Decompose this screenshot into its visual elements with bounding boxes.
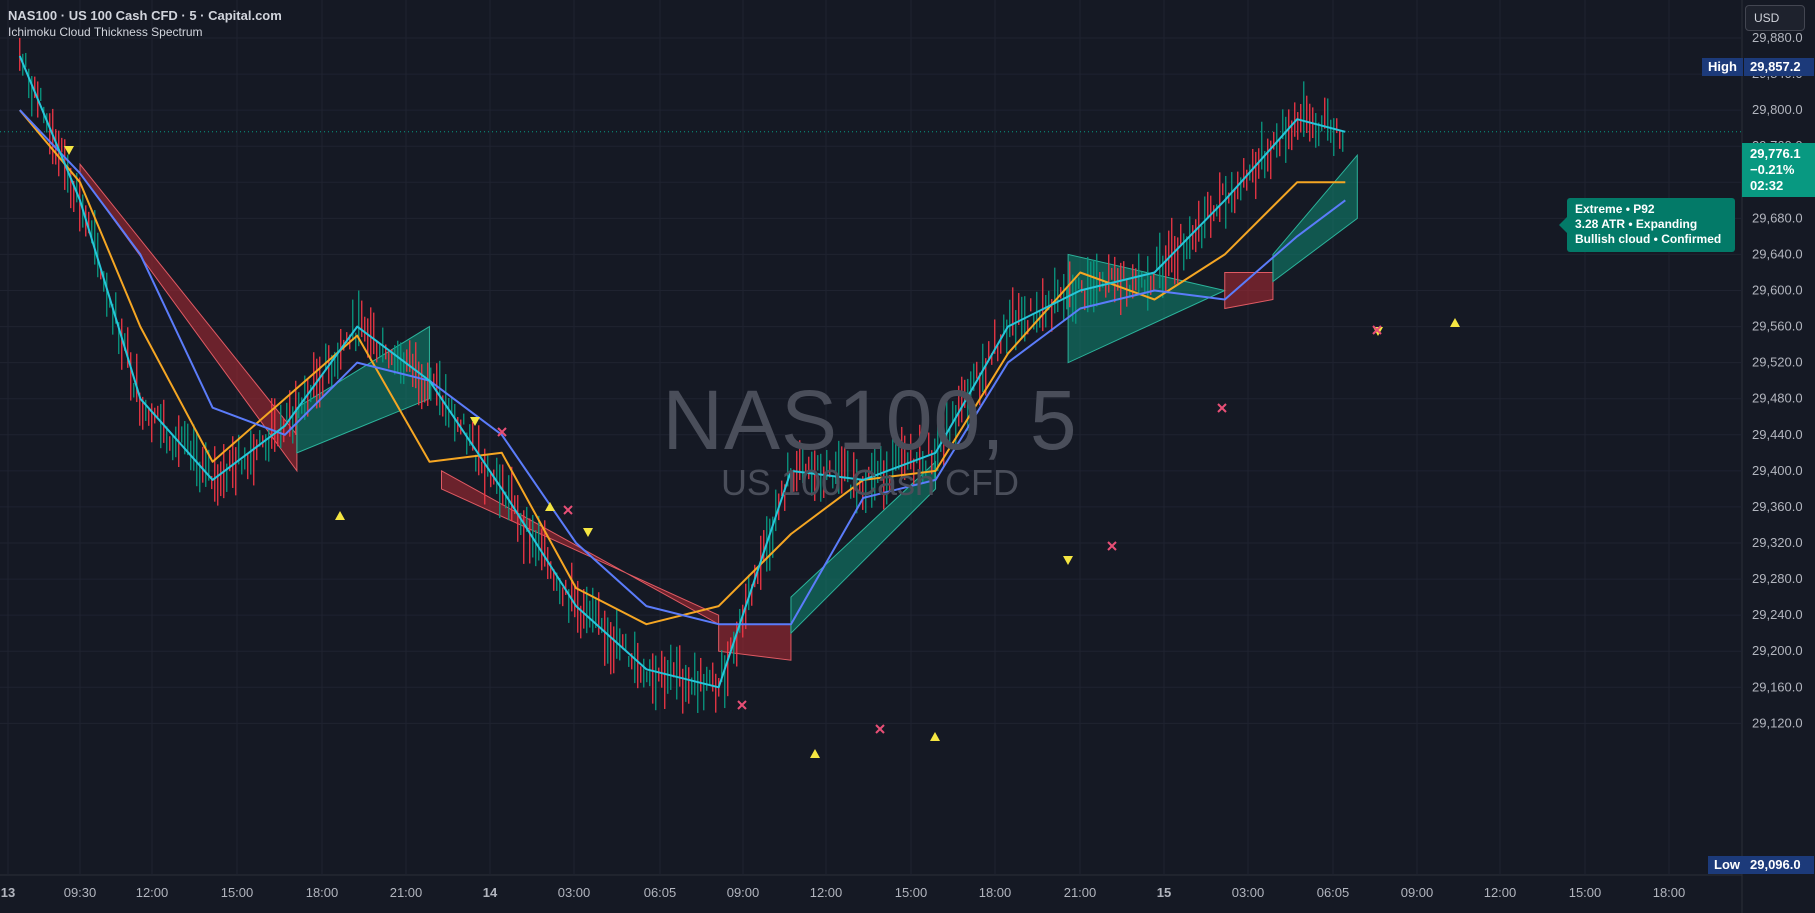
- indicator-name[interactable]: Ichimoku Cloud Thickness Spectrum: [8, 25, 203, 39]
- x-tick-label: 03:00: [1232, 885, 1265, 900]
- cloud-info-box: Extreme • P92 3.28 ATR • Expanding Bulli…: [1567, 198, 1735, 252]
- x-tick-label: 15:00: [895, 885, 928, 900]
- y-tick-label: 29,800.0: [1752, 102, 1803, 117]
- currency-button[interactable]: USD: [1745, 5, 1805, 31]
- x-tick-label: 09:30: [64, 885, 97, 900]
- x-tick-label: 18:00: [1653, 885, 1686, 900]
- y-tick-label: 29,640.0: [1752, 246, 1803, 261]
- x-tick-label: 21:00: [390, 885, 423, 900]
- y-tick-label: 29,120.0: [1752, 715, 1803, 730]
- y-tick-label: 29,480.0: [1752, 391, 1803, 406]
- info-line-3: Bullish cloud • Confirmed: [1575, 232, 1722, 246]
- x-tick-label: 18:00: [306, 885, 339, 900]
- x-tick-label: 13: [1, 885, 15, 900]
- low-label: Low: [1708, 856, 1746, 874]
- x-tick-label: 21:00: [1064, 885, 1097, 900]
- info-box-pointer: [1559, 217, 1567, 233]
- price-axis-background: [1742, 0, 1815, 913]
- y-tick-label: 29,200.0: [1752, 643, 1803, 658]
- x-tick-label: 12:00: [1484, 885, 1517, 900]
- y-tick-label: 29,360.0: [1752, 499, 1803, 514]
- y-tick-label: 29,880.0: [1752, 30, 1803, 45]
- y-tick-label: 29,680.0: [1752, 210, 1803, 225]
- low-value: 29,096.0: [1744, 856, 1814, 874]
- y-tick-label: 29,440.0: [1752, 427, 1803, 442]
- high-label: High: [1702, 58, 1743, 76]
- x-tick-label: 15:00: [1569, 885, 1602, 900]
- x-tick-label: 12:00: [136, 885, 169, 900]
- x-tick-label: 14: [483, 885, 498, 900]
- info-line-1: Extreme • P92: [1575, 202, 1655, 216]
- watermark-name: US 100 Cash CFD: [720, 462, 1020, 503]
- y-tick-label: 29,160.0: [1752, 679, 1803, 694]
- chart-symbol-title[interactable]: NAS100 · US 100 Cash CFD · 5 · Capital.c…: [8, 8, 282, 23]
- y-tick-label: 29,400.0: [1752, 463, 1803, 478]
- y-tick-label: 29,240.0: [1752, 607, 1803, 622]
- bar-countdown: 02:32: [1750, 178, 1784, 193]
- x-tick-label: 15: [1157, 885, 1171, 900]
- x-tick-label: 18:00: [979, 885, 1012, 900]
- price-change: −0.21%: [1750, 162, 1795, 177]
- y-tick-label: 29,560.0: [1752, 319, 1803, 334]
- y-tick-label: 29,280.0: [1752, 571, 1803, 586]
- last-price: 29,776.1: [1750, 146, 1801, 161]
- y-tick-label: 29,600.0: [1752, 283, 1803, 298]
- y-tick-label: 29,520.0: [1752, 355, 1803, 370]
- x-tick-label: 09:00: [1401, 885, 1434, 900]
- x-tick-label: 09:00: [727, 885, 760, 900]
- x-tick-label: 15:00: [221, 885, 254, 900]
- x-tick-label: 06:05: [1317, 885, 1350, 900]
- high-value: 29,857.2: [1744, 58, 1814, 76]
- info-line-2: 3.28 ATR • Expanding: [1575, 217, 1698, 231]
- y-tick-label: 29,320.0: [1752, 535, 1803, 550]
- x-tick-label: 06:05: [644, 885, 677, 900]
- watermark-symbol: NAS100, 5: [662, 373, 1078, 467]
- x-tick-label: 12:00: [810, 885, 843, 900]
- x-tick-label: 03:00: [558, 885, 591, 900]
- last-price-tag: 29,776.1 −0.21% 02:32: [1742, 143, 1815, 197]
